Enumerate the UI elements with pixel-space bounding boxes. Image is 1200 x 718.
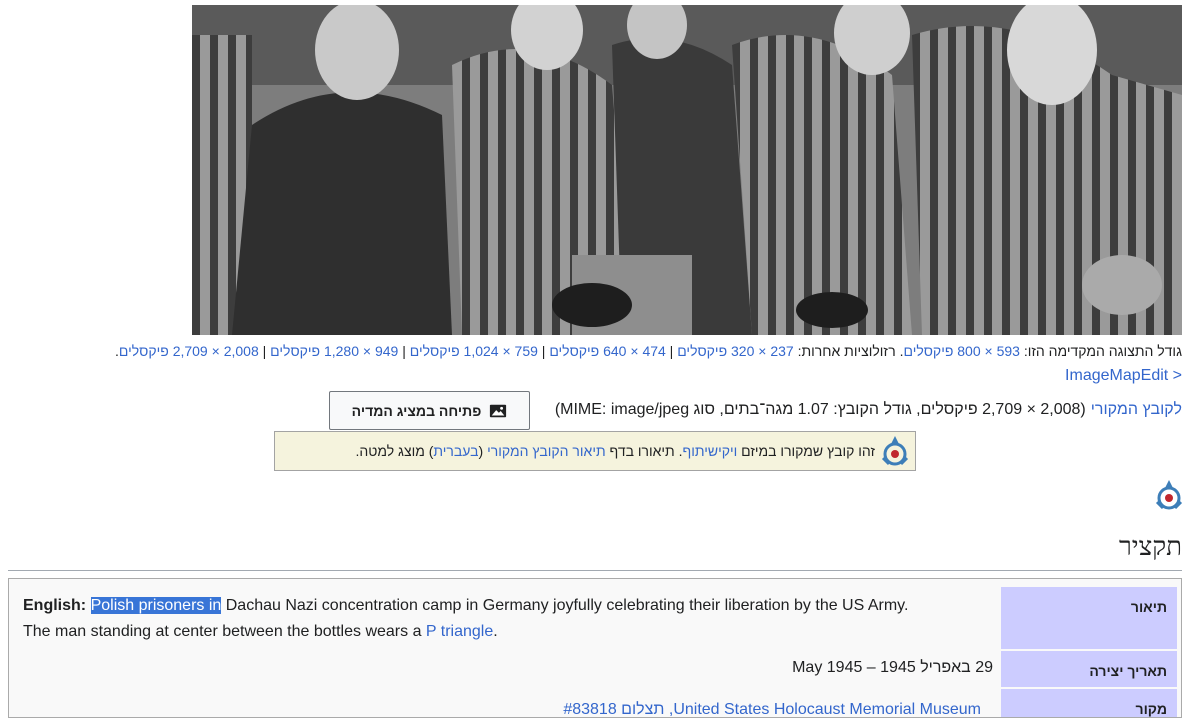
separator: | — [258, 343, 271, 359]
file-description-page-link[interactable]: תיאור הקובץ המקורי — [487, 443, 606, 459]
commons-logo-link[interactable] — [1155, 478, 1183, 517]
source-link[interactable]: United States Holocaust Memorial Museum,… — [563, 701, 981, 717]
commons-link[interactable]: ויקישיתוף — [683, 443, 738, 459]
commons-text-3: ( — [478, 443, 484, 459]
description-language: English: — [23, 597, 87, 614]
commons-text-4: ) מוצג למטה. — [355, 443, 434, 459]
commons-logo-icon — [881, 436, 909, 466]
resolution-link[interactable]: 2,008 × 2,709 פיקסלים — [119, 343, 259, 359]
original-file-link[interactable]: לקובץ המקורי — [1091, 401, 1182, 419]
file-info-line: לקובץ המקורי (2,008 × 2,709 פיקסלים, גוד… — [555, 401, 1182, 419]
preview-size-link[interactable]: 593 × 800 פיקסלים — [903, 343, 1019, 359]
description-value: English: Polish prisoners in Dachau Nazi… — [23, 593, 983, 645]
other-resolutions-label: . רזולוציות אחרות: — [797, 343, 904, 359]
hebrew-link[interactable]: בעברית — [433, 443, 478, 459]
description-label-text: תיאור — [1130, 599, 1167, 615]
image-icon — [490, 404, 507, 417]
source-label: מקור — [1001, 689, 1177, 717]
resolution-link[interactable]: 759 × 1,024 פיקסלים — [410, 343, 538, 359]
commons-logo-icon — [1155, 480, 1183, 510]
resolution-link[interactable]: 474 × 640 פיקסלים — [549, 343, 665, 359]
resolutions-line: גודל התצוגה המקדימה הזו: 593 × 800 פיקסל… — [115, 342, 1182, 360]
commons-notice: זהו קובץ שמקורו במיזם ויקישיתוף. תיאורו … — [274, 431, 916, 471]
source-value: United States Holocaust Memorial Museum,… — [563, 697, 981, 717]
description-line2: The man standing at center between the b… — [23, 623, 422, 640]
p-triangle-link[interactable]: P triangle — [426, 623, 493, 640]
description-label: תיאור — [1001, 587, 1177, 649]
description-end: . — [493, 623, 498, 640]
separator: | — [665, 343, 678, 359]
date-value: 29 באפריל 1945 – May 1945 — [792, 659, 993, 676]
source-label-text: מקור — [1135, 701, 1167, 717]
file-details: (2,008 × 2,709 פיקסלים, גודל הקובץ: 1.07… — [554, 401, 1086, 418]
preview-size-label: גודל התצוגה המקדימה הזו: — [1023, 343, 1182, 359]
open-media-viewer-label: פתיחה במציג המדיה — [351, 402, 482, 419]
selected-text: Polish prisoners in — [90, 597, 222, 614]
heading-divider — [8, 570, 1182, 571]
open-media-viewer-button[interactable]: פתיחה במציג המדיה — [329, 391, 530, 430]
summary-table: תיאור English: Polish prisoners in Dacha… — [8, 578, 1182, 718]
commons-text-1: זהו קובץ שמקורו במיזם — [741, 443, 875, 459]
description-rest: Dachau Nazi concentration camp in German… — [221, 597, 909, 614]
summary-heading: תקציר — [1119, 532, 1182, 561]
file-image[interactable] — [192, 5, 1182, 335]
separator: | — [398, 343, 410, 359]
resolution-link[interactable]: 949 × 1,280 פיקסלים — [270, 343, 398, 359]
separator: | — [537, 343, 550, 359]
date-label: תאריך יצירה — [1001, 651, 1177, 687]
date-label-text: תאריך יצירה — [1089, 663, 1167, 679]
photo-of-smiling-prisoners — [192, 5, 1182, 335]
commons-text-2: . תיאורו בדף — [609, 443, 683, 459]
imagemapedit-link[interactable]: ImageMapEdit > — [1065, 367, 1182, 385]
resolution-link[interactable]: 237 × 320 פיקסלים — [677, 343, 793, 359]
